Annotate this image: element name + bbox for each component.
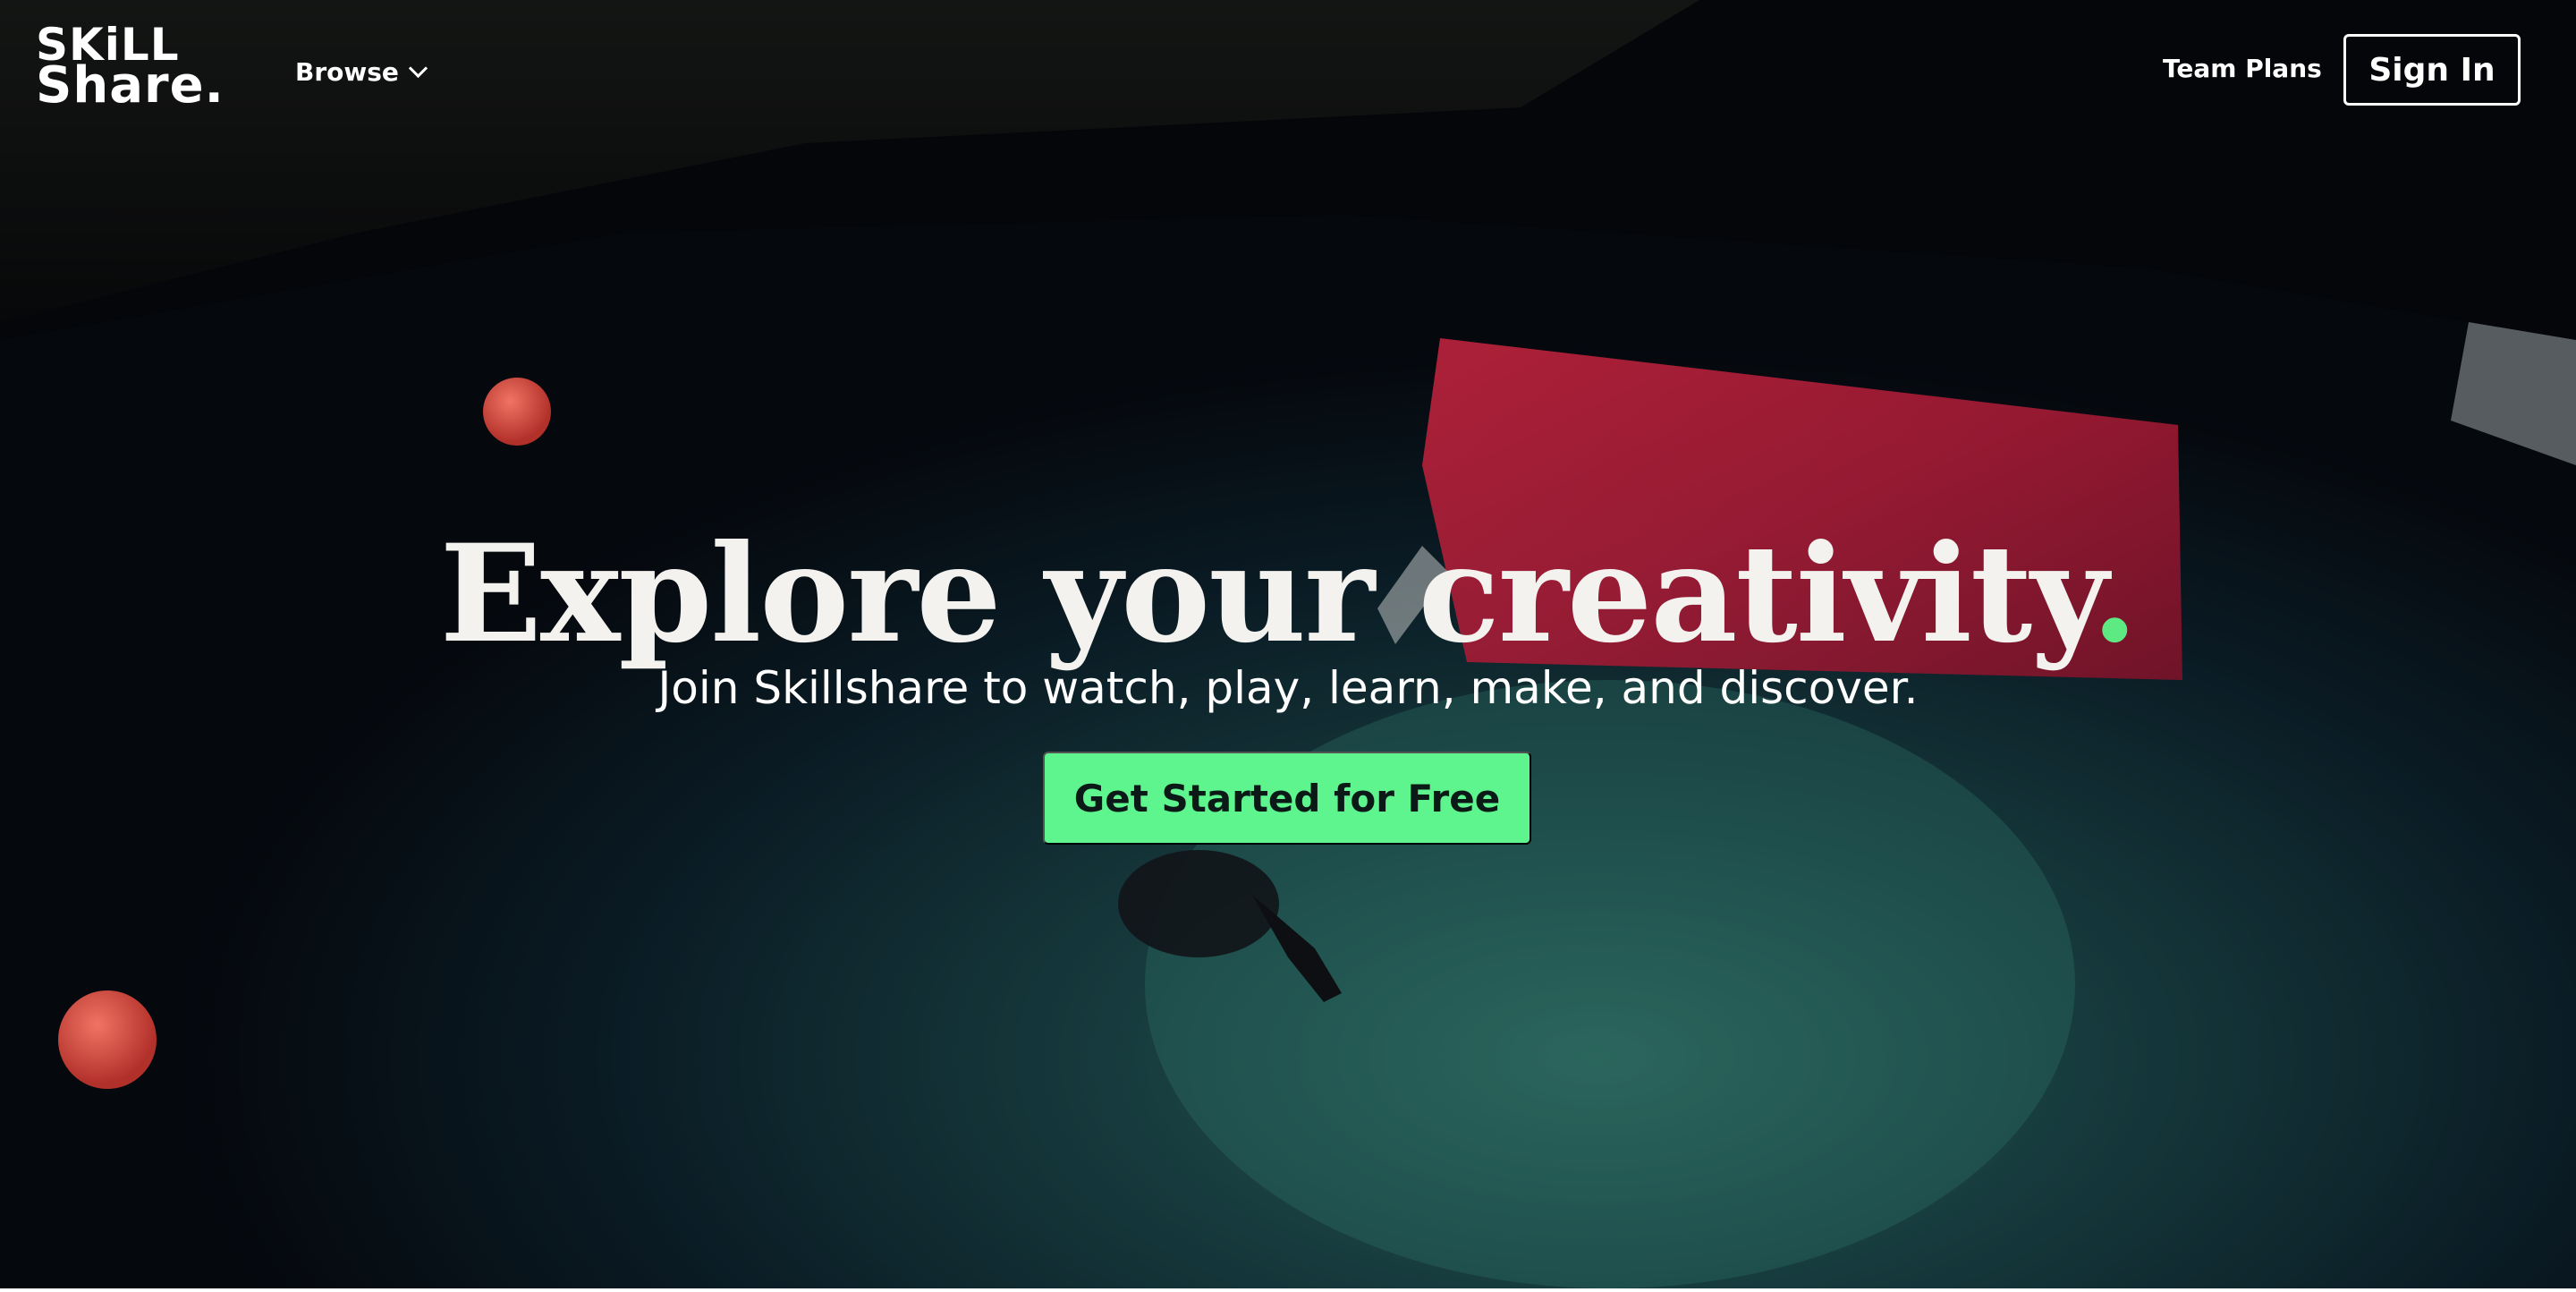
- chevron-down-icon: [408, 58, 428, 78]
- hero-page: SKiLL Share. Browse Team Plans Sign In E…: [0, 0, 2576, 1288]
- get-started-button[interactable]: Get Started for Free: [1043, 752, 1531, 845]
- browse-menu[interactable]: Browse: [295, 54, 428, 89]
- skillshare-logo[interactable]: SKiLL Share.: [36, 22, 225, 122]
- hero-title-text: Explore your creativity: [439, 514, 2094, 673]
- logo-line-2: Share.: [36, 56, 225, 115]
- site-header: SKiLL Share. Browse Team Plans Sign In: [0, 0, 2576, 143]
- team-plans-link[interactable]: Team Plans: [2163, 54, 2322, 83]
- sign-in-button[interactable]: Sign In: [2343, 34, 2521, 106]
- browse-label: Browse: [295, 56, 399, 87]
- hero-subtitle: Join Skillshare to watch, play, learn, m…: [657, 662, 1919, 714]
- hero-title-dot: .: [2091, 514, 2138, 673]
- hero-title: Explore your creativity.: [0, 518, 2576, 670]
- page-bottom-edge: [0, 1288, 2576, 1292]
